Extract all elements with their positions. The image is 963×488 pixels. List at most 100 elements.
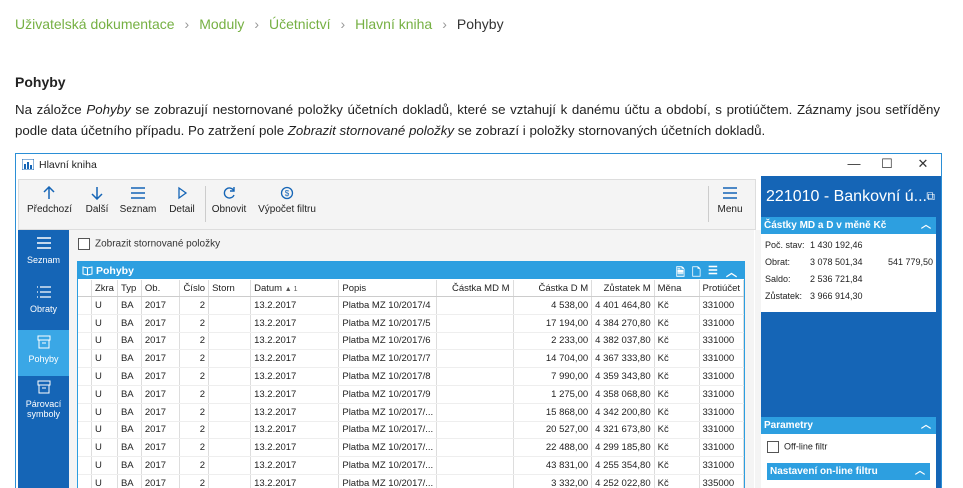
previous-button[interactable]: Předchozí [27,186,71,215]
checkbox-box[interactable] [767,441,779,453]
table-cell: 331000 [699,314,744,332]
list-icon [36,236,52,250]
chevron-up-icon[interactable]: ︿ [921,417,931,434]
table-cell: Platba MZ 10/2017/7 [339,350,437,368]
table-cell: 2 [179,332,208,350]
table-row[interactable]: UBA2017213.2.2017Platba MZ 10/2017/87 99… [78,368,744,386]
nav-label: Obraty [30,304,57,314]
online-filter-header[interactable]: Nastavení on-line filtru︿ [767,463,930,480]
table-cell: 13.2.2017 [251,297,339,315]
table-cell: 331000 [699,457,744,475]
table-cell: 4 384 270,80 [592,314,654,332]
col-header[interactable]: Zkra [91,280,117,297]
col-header[interactable]: Storn [209,280,251,297]
table-cell: BA [117,421,141,439]
col-header[interactable]: Popis [339,280,437,297]
filter-calc-label: Výpočet filtru [258,204,316,215]
detail-label: Detail [169,204,195,215]
toolbar: Předchozí Další Seznam Detail Obnovit $ … [18,179,756,230]
row-indicator [78,332,91,350]
table-cell: BA [117,385,141,403]
col-header[interactable]: Protiúčet [699,280,744,297]
table-cell: 13.2.2017 [251,439,339,457]
filter-calc-button[interactable]: $ Výpočet filtru [256,186,318,215]
detail-button[interactable]: Detail [166,186,198,215]
show-cancelled-checkbox[interactable]: Zobrazit stornované položky [78,238,220,250]
col-header[interactable]: Měna [654,280,699,297]
menu-button[interactable]: Menu [714,186,746,215]
table-cell: 15 868,00 [513,403,592,421]
table-row[interactable]: UBA2017213.2.2017Platba MZ 10/2017/...15… [78,403,744,421]
table-cell [209,368,251,386]
table-row[interactable]: UBA2017213.2.2017Platba MZ 10/2017/44 53… [78,297,744,315]
table-cell: 2017 [141,350,179,368]
table-cell: U [91,439,117,457]
nav-item-movements[interactable]: Pohyby [18,330,69,376]
minimize-icon[interactable]: — [839,156,869,171]
row-indicator-header [78,280,91,297]
table-cell: 20 527,00 [513,421,592,439]
col-header-date[interactable]: Datum ▲ 1 [251,280,339,297]
table-row[interactable]: UBA2017213.2.2017Platba MZ 10/2017/91 27… [78,385,744,403]
table-row[interactable]: UBA2017213.2.2017Platba MZ 10/2017/714 7… [78,350,744,368]
checkbox-box[interactable] [78,238,90,250]
refresh-button[interactable]: Obnovit [211,186,247,215]
chevron-up-icon[interactable]: ︿ [921,217,931,234]
hamburger-icon[interactable]: ☰ [708,264,718,277]
table-row[interactable]: UBA2017213.2.2017Platba MZ 10/2017/...3 … [78,474,744,488]
table-cell: 17 194,00 [513,314,592,332]
col-header[interactable]: Zůstatek M [592,280,654,297]
table-row[interactable]: UBA2017213.2.2017Platba MZ 10/2017/62 23… [78,332,744,350]
table-cell: 2 [179,474,208,488]
window-titlebar: Hlavní kniha — ☐ ✕ [16,154,941,176]
col-header[interactable]: Částka MD M [437,280,513,297]
table-cell: 331000 [699,439,744,457]
next-label: Další [86,204,109,215]
col-header[interactable]: Ob. [141,280,179,297]
table-cell: U [91,350,117,368]
table-cell: 4 359 343,80 [592,368,654,386]
table-cell: 2 [179,421,208,439]
table-cell: 2 [179,439,208,457]
archive-icon [37,380,51,394]
chevron-up-icon[interactable]: ︿ [915,463,925,480]
row-indicator [78,314,91,332]
table-cell: 2 [179,297,208,315]
breadcrumb-link-ledger[interactable]: Hlavní kniha [355,16,432,32]
table-cell: BA [117,403,141,421]
table-cell: Kč [654,368,699,386]
table-cell: 1 275,00 [513,385,592,403]
chevron-up-icon[interactable]: ︿ [726,264,737,280]
table-cell: U [91,403,117,421]
table-row[interactable]: UBA2017213.2.2017Platba MZ 10/2017/...22… [78,439,744,457]
nav-item-pairing-symbols[interactable]: Párovací symboly [18,380,69,430]
table-row[interactable]: UBA2017213.2.2017Platba MZ 10/2017/...43… [78,457,744,475]
previous-label: Předchozí [27,204,72,215]
list-button[interactable]: Seznam [118,186,158,215]
close-icon[interactable]: ✕ [908,156,938,172]
table-cell: 2017 [141,403,179,421]
col-header[interactable]: Typ [117,280,141,297]
breadcrumb-link-modules[interactable]: Moduly [199,16,244,32]
col-header[interactable]: Částka D M [513,280,592,297]
table-cell [209,421,251,439]
balance-value: 2 536 721,84 [810,274,863,284]
table-cell [209,350,251,368]
nav-item-list[interactable]: Seznam [18,236,69,276]
nav-item-turnover[interactable]: Obraty [18,285,69,325]
table-cell: U [91,332,117,350]
table-row[interactable]: UBA2017213.2.2017Platba MZ 10/2017/517 1… [78,314,744,332]
open-external-icon[interactable]: ⧉ [926,189,935,204]
offline-filter-checkbox[interactable]: Off-line filtr [767,441,827,453]
para-text-1: Na záložce [15,102,86,117]
archive-icon [37,335,51,349]
start-value: 1 430 192,46 [810,240,863,250]
table-cell: Platba MZ 10/2017/... [339,403,437,421]
table-row[interactable]: UBA2017213.2.2017Platba MZ 10/2017/...20… [78,421,744,439]
col-header[interactable]: Číslo [179,280,208,297]
breadcrumb-link-accounting[interactable]: Účetnictví [269,16,330,32]
next-button[interactable]: Další [80,186,114,215]
maximize-icon[interactable]: ☐ [872,156,902,172]
table-cell: Platba MZ 10/2017/... [339,474,437,488]
breadcrumb-link-docs[interactable]: Uživatelská dokumentace [15,16,175,32]
